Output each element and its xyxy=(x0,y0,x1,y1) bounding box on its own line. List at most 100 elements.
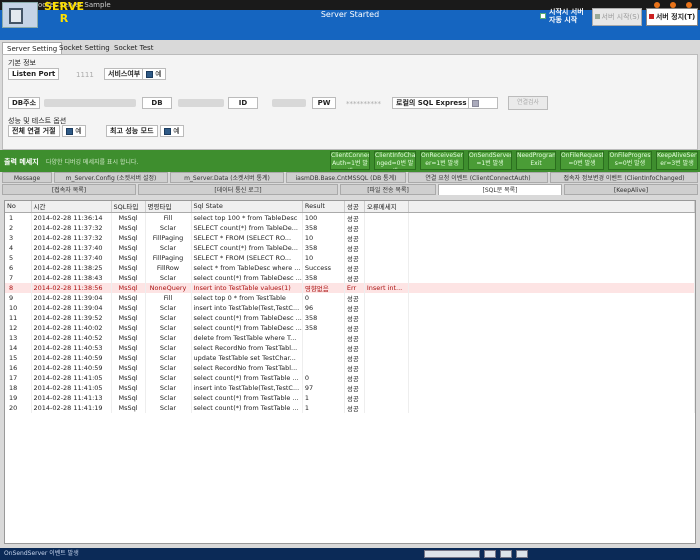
tab-file-list[interactable]: [파일 전송 목록] xyxy=(340,184,436,195)
table-row[interactable]: 2 2014-02-28 11:37:32 MsSql Sclar SELECT cou… xyxy=(5,222,696,233)
table-cell xyxy=(364,362,409,373)
table-cell: 2014-02-28 11:37:40 xyxy=(31,252,112,263)
tab-server-setting[interactable]: Server Setting xyxy=(2,42,63,54)
table-cell: MsSql xyxy=(111,292,146,303)
autostart-checkbox[interactable] xyxy=(540,13,546,19)
table-cell: Fill xyxy=(145,212,192,223)
tab-message[interactable]: Message xyxy=(2,172,52,183)
table-row[interactable]: 14 2014-02-28 11:40:53 MsSql Sclar select Re… xyxy=(5,342,696,353)
tab-socket-test[interactable]: Socket Test xyxy=(110,42,157,54)
table-cell: 성공 xyxy=(344,382,365,393)
tab-connect-auth[interactable]: 연결 요청 이벤트 (ClientConnectAuth) xyxy=(408,172,548,183)
tab-server-data[interactable]: m_Server.Data (소켓서버 통계) xyxy=(170,172,284,183)
table-row[interactable]: 16 2014-02-28 11:40:59 MsSql Sclar select Re… xyxy=(5,362,696,373)
table-cell xyxy=(364,262,409,273)
table-cell: Err xyxy=(344,282,365,293)
table-cell: 100 xyxy=(302,212,345,223)
tab-server-config[interactable]: m_Server.Config (소켓서버 설정) xyxy=(54,172,168,183)
table-cell: 358 xyxy=(302,222,345,233)
table-cell: select count(*) from TableDesc ... xyxy=(191,312,303,323)
column-header[interactable]: SQL타입 xyxy=(111,201,146,213)
db-address-input[interactable] xyxy=(44,99,136,107)
listen-port-input[interactable]: 1111 xyxy=(76,71,94,79)
table-cell: FillRow xyxy=(145,262,192,273)
table-cell: MsSql xyxy=(111,312,146,323)
table-cell: 96 xyxy=(302,302,345,313)
table-row[interactable]: 3 2014-02-28 11:37:32 MsSql FillPaging SELEC… xyxy=(5,232,696,243)
status-cell xyxy=(500,550,512,558)
table-cell xyxy=(302,352,345,363)
table-row[interactable]: 1 2014-02-28 11:36:14 MsSql Fill select top … xyxy=(5,212,696,223)
tab-keepalive[interactable]: [KeepAlive] xyxy=(564,184,698,195)
tab-client-list[interactable]: [접속자 목록] xyxy=(2,184,136,195)
tab-sql-list[interactable]: [SQL문 목록] xyxy=(438,184,562,195)
table-cell: Sclar xyxy=(145,352,192,363)
table-cell: 2 xyxy=(5,222,32,233)
column-header[interactable]: 성공 xyxy=(344,201,365,213)
table-row[interactable]: 9 2014-02-28 11:39:04 MsSql Fill select top … xyxy=(5,292,696,303)
column-header[interactable]: 오류메세지 xyxy=(364,201,409,213)
tab-client-info[interactable]: 접속자 정보변경 이벤트 (ClientInfoChanged) xyxy=(550,172,698,183)
table-cell: 16 xyxy=(5,362,32,373)
column-header[interactable]: 시간 xyxy=(31,201,112,213)
table-row[interactable]: 17 2014-02-28 11:41:05 MsSql Sclar select co… xyxy=(5,372,696,383)
table-cell-filler xyxy=(408,382,696,393)
table-cell: 14 xyxy=(5,342,32,353)
table-cell-filler xyxy=(408,242,696,253)
table-row[interactable]: 6 2014-02-28 11:38:25 MsSql FillRow select *… xyxy=(5,262,696,273)
connect-test-button[interactable]: 연결검사 xyxy=(508,96,548,110)
table-cell: 10 xyxy=(5,302,32,313)
server-logo-icon xyxy=(2,2,38,28)
table-cell: FillPaging xyxy=(145,252,192,263)
stop-server-button[interactable]: 서버 정지(T) xyxy=(646,8,698,26)
column-header[interactable]: 명령타입 xyxy=(145,201,192,213)
table-row[interactable]: 15 2014-02-28 11:40:59 MsSql Sclar update Te… xyxy=(5,352,696,363)
sql-express-checkbox[interactable] xyxy=(468,97,498,109)
table-cell xyxy=(302,342,345,353)
table-cell: select * from TableDesc where ... xyxy=(191,262,303,273)
table-cell: MsSql xyxy=(111,402,146,413)
full-log-label: 전체 연결 거절 xyxy=(8,125,60,137)
table-cell xyxy=(364,332,409,343)
table-row[interactable]: 13 2014-02-28 11:40:52 MsSql Sclar delete fr… xyxy=(5,332,696,343)
table-cell: SELECT count(*) from TableDe... xyxy=(191,222,303,233)
stop-icon xyxy=(648,14,654,19)
db-name-input[interactable] xyxy=(178,99,224,107)
tab-db-stats[interactable]: iasmDB.Base.CntMSSQL (DB 통계) xyxy=(286,172,406,183)
db-label: DB xyxy=(142,97,172,109)
table-row[interactable]: 18 2014-02-28 11:41:05 MsSql Sclar insert in… xyxy=(5,382,696,393)
table-cell xyxy=(364,392,409,403)
table-cell: Sclar xyxy=(145,342,192,353)
autostart-label: 시작시 서버 자동 시작 xyxy=(549,8,584,24)
full-log-checkbox[interactable]: 예 xyxy=(62,125,86,137)
table-cell: MsSql xyxy=(111,222,146,233)
table-row[interactable]: 5 2014-02-28 11:37:40 MsSql FillPaging SELEC… xyxy=(5,252,696,263)
sql-grid[interactable]: No 시간 SQL타입 명령타입 Sql State Result 성공 오류메세지 1 201… xyxy=(4,200,696,544)
column-header[interactable]: Result xyxy=(302,201,345,213)
table-row[interactable]: 19 2014-02-28 11:41:13 MsSql Sclar select co… xyxy=(5,392,696,403)
table-cell: MsSql xyxy=(111,242,146,253)
table-cell: Sclar xyxy=(145,402,192,413)
table-row[interactable]: 11 2014-02-28 11:39:52 MsSql Sclar select co… xyxy=(5,312,696,323)
table-row[interactable]: 20 2014-02-28 11:41:19 MsSql Sclar select co… xyxy=(5,402,696,413)
column-header[interactable]: No xyxy=(5,201,32,213)
table-cell: update TestTable set TestChar... xyxy=(191,352,303,363)
column-header[interactable]: Sql State xyxy=(191,201,303,213)
table-cell: 13 xyxy=(5,332,32,343)
pw-input[interactable]: ********** xyxy=(346,100,381,108)
id-input[interactable] xyxy=(272,99,306,107)
table-row[interactable]: 10 2014-02-28 11:39:04 MsSql Sclar insert in… xyxy=(5,302,696,313)
table-cell: Insert into TestTable values(1) xyxy=(191,282,303,293)
table-row[interactable]: 12 2014-02-28 11:40:02 MsSql Sclar select co… xyxy=(5,322,696,333)
table-row[interactable]: 7 2014-02-28 11:38:43 MsSql Sclar select cou… xyxy=(5,272,696,283)
table-row[interactable]: 8 2014-02-28 11:38:56 MsSql NoneQuery Insert… xyxy=(5,282,696,293)
tab-data-log[interactable]: [데이터 통신 로그] xyxy=(138,184,338,195)
listen-port-label: Listen Port xyxy=(8,68,60,80)
max-perf-checkbox[interactable]: 예 xyxy=(160,125,184,137)
table-cell: 1 xyxy=(5,212,32,223)
table-row[interactable]: 4 2014-02-28 11:37:40 MsSql Sclar SELECT cou… xyxy=(5,242,696,253)
service-checkbox[interactable]: 예 xyxy=(142,68,166,80)
table-cell: 성공 xyxy=(344,272,365,283)
start-server-button[interactable]: 서버 시작(S) xyxy=(592,8,642,26)
tab-socket-setting[interactable]: Socket Setting xyxy=(55,42,114,54)
